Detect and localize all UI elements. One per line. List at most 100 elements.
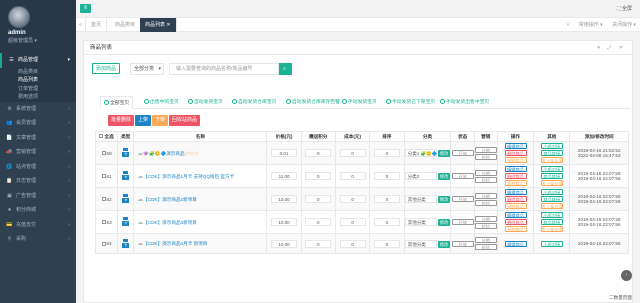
other-action-button[interactable]: 商品链接 (540, 219, 563, 225)
avatar[interactable] (8, 6, 30, 28)
sidebar-item[interactable]: 🌐 站点管理 ‹ (0, 160, 76, 175)
other-action-button[interactable]: 小鸡对接 (540, 189, 563, 195)
sidebar-item[interactable]: ⚙ 系统管理 ‹ (0, 102, 76, 117)
marketing-tag[interactable]: 分销 (475, 215, 497, 222)
checkbox[interactable] (99, 134, 104, 138)
filter-tab[interactable]: 手动发货出售中宝贝 (440, 96, 489, 109)
bulk-action-button[interactable]: 下架 (152, 115, 169, 126)
marketing-tag[interactable]: 分销 (475, 192, 497, 199)
operation-button[interactable]: 编辑商品 (504, 189, 527, 195)
add-product-button[interactable]: 添加商品 (92, 63, 121, 74)
sidebar-item[interactable]: ★ 积分商城 ‹ (0, 203, 76, 218)
category-save-button[interactable]: 修改 (437, 173, 450, 180)
price-input[interactable]: 10.00 (271, 195, 298, 203)
category-select[interactable]: 其他分类 (405, 239, 437, 248)
row-checkbox[interactable] (101, 220, 106, 224)
sort-input[interactable]: 0 (373, 239, 400, 248)
product-name-link[interactable]: 【CDK】演示商品1月卡 支持QQ钱包 官方卡 (143, 174, 234, 179)
menu-toggle-button[interactable]: ≡ (80, 4, 91, 13)
row-checkbox[interactable] (101, 241, 106, 246)
search-button[interactable]: ⌕ 搜索 (279, 63, 293, 96)
category-select[interactable]: 全部分类 ▾ (130, 63, 164, 75)
sort-input[interactable]: 0 (373, 149, 400, 157)
marketing-tag[interactable]: 短信 (475, 176, 497, 183)
row-checkbox[interactable] (101, 174, 106, 178)
filter-tab[interactable]: 自动发货宝贝 (188, 96, 223, 109)
marketing-tag[interactable]: 短信 (475, 199, 497, 206)
price-input[interactable]: 11.00 (271, 172, 298, 180)
category-save-button[interactable]: 修改 (437, 196, 450, 203)
marketing-tag[interactable]: 分销 (475, 146, 497, 153)
price-input[interactable]: 10.00 (271, 218, 298, 226)
category-save-button[interactable]: 修改 (437, 150, 450, 157)
points-input[interactable]: 0 (305, 149, 332, 157)
points-input[interactable]: 0 (305, 172, 332, 180)
category-save-button[interactable]: 修改 (437, 240, 450, 248)
close-icon[interactable]: ✕ (166, 22, 170, 28)
cost-input[interactable]: 0 (339, 239, 366, 248)
other-action-button[interactable]: 小鸡对接 (540, 143, 563, 149)
other-action-button[interactable]: 小鸡对接 (540, 240, 563, 247)
common-actions-menu[interactable]: 常用操作 ▾ (579, 22, 603, 28)
status-badge[interactable]: 开放 (451, 173, 474, 179)
sidebar-item[interactable]: ⚲ 采购 ‹ (0, 232, 76, 247)
marketing-tag[interactable]: 短信 (475, 244, 497, 250)
other-action-button[interactable]: 发上架价值 (540, 180, 563, 186)
filter-tab[interactable]: 出售中的宝贝 (144, 96, 179, 109)
tabs-next-button[interactable]: » (567, 22, 570, 28)
panel-controls[interactable]: ▾ ⤢ ✕ (598, 41, 626, 55)
category-select[interactable]: 分类2 (405, 172, 437, 180)
close-actions-menu[interactable]: 关闭操作 ▾ (612, 22, 636, 28)
points-input[interactable]: 0 (305, 239, 332, 248)
sidebar-item[interactable]: ▣ 广告管理 ‹ (0, 189, 76, 204)
sidebar-item[interactable]: ☰ 商品管理 ▾ (0, 53, 76, 68)
other-action-button[interactable]: 商品链接 (540, 150, 563, 156)
category-select[interactable]: 其他分类 (405, 195, 437, 203)
marketing-tag[interactable]: 分销 (475, 237, 497, 243)
operation-button[interactable]: 删除商品 (504, 173, 527, 179)
other-action-button[interactable]: 商品链接 (540, 173, 563, 179)
filter-tab[interactable]: 全部宝贝 (100, 96, 134, 109)
operation-button[interactable]: 复制商品 (504, 203, 527, 209)
price-input[interactable]: 10.00 (271, 239, 298, 248)
cost-input[interactable]: 0 (339, 218, 366, 226)
fullscreen-button[interactable]: ⛶ 全屏 (617, 5, 632, 12)
sidebar-item[interactable]: 📣 营销管理 ‹ (0, 145, 76, 160)
product-name-link[interactable]: 【CDK】演示商品4月卡 新项目 (143, 241, 207, 246)
sort-input[interactable]: 0 (373, 218, 400, 226)
tab-category[interactable]: 商品类目 (110, 18, 142, 32)
category-save-button[interactable]: 修改 (437, 219, 450, 226)
operation-button[interactable]: 复制商品 (504, 180, 527, 186)
operation-button[interactable]: 编辑商品 (504, 240, 527, 247)
cost-input[interactable]: 0 (339, 195, 366, 203)
search-input[interactable]: 输入需要查询的商品名称/商品编号 (169, 63, 279, 75)
column-header[interactable]: 全选 (94, 131, 119, 142)
sidebar-item[interactable]: 💳 充值支付 ‹ (0, 218, 76, 233)
status-badge[interactable]: 开放 (451, 150, 474, 156)
points-input[interactable]: 0 (305, 218, 332, 226)
other-action-button[interactable]: 小鸡对接 (540, 212, 563, 218)
other-action-button[interactable]: 发上架价值 (540, 226, 563, 232)
tabs-prev-button[interactable]: « (76, 18, 86, 32)
status-badge[interactable]: 开放 (451, 240, 474, 247)
operation-button[interactable]: 删除商品 (504, 219, 527, 225)
row-checkbox[interactable] (101, 151, 106, 155)
status-badge[interactable]: 开放 (451, 196, 474, 202)
user-role-dropdown[interactable]: 超级管理员 ▾ (8, 37, 76, 44)
tab-home[interactable]: 首页 (86, 18, 108, 32)
sidebar-item[interactable]: 商品类目 (0, 67, 76, 76)
other-action-button[interactable]: 商品链接 (540, 196, 563, 202)
marketing-tag[interactable]: 短信 (475, 153, 497, 160)
scroll-top-button[interactable]: ↑ (621, 270, 632, 281)
filter-tab[interactable]: 自动发货仓库库存告警 (286, 96, 340, 109)
filter-tab[interactable]: 自动发货仓库宝贝 (232, 96, 276, 109)
operation-button[interactable]: 复制商品 (504, 157, 527, 163)
sidebar-item[interactable]: 费用选项 (0, 93, 76, 102)
category-select[interactable]: 其他分类 (405, 218, 437, 226)
operation-button[interactable]: 编辑商品 (504, 212, 527, 218)
sidebar-item[interactable]: 订单管理 (0, 84, 76, 93)
sort-input[interactable]: 0 (373, 195, 400, 203)
sidebar-item[interactable]: 📋 日志管理 ‹ (0, 174, 76, 189)
operation-button[interactable]: 编辑商品 (504, 166, 527, 172)
sort-input[interactable]: 0 (373, 172, 400, 180)
